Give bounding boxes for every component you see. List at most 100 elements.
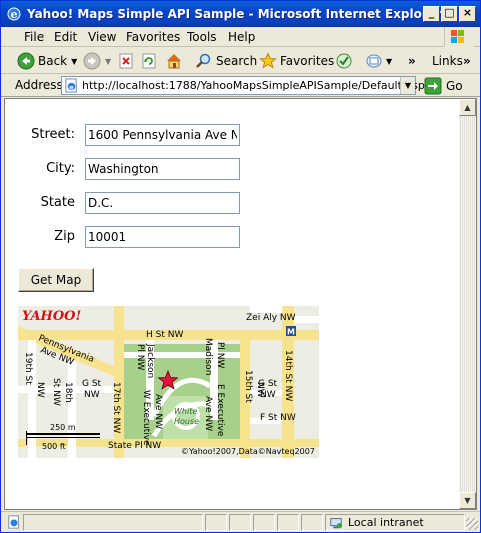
map-label-madison-pl: Pl NW — [215, 342, 225, 369]
map-label-17th: 17th St NW — [111, 382, 121, 433]
mail-dropdown-icon[interactable]: ▼ — [386, 57, 392, 66]
scale-feet: 500 ft — [42, 442, 66, 451]
links-overflow[interactable]: » — [463, 51, 471, 71]
page-content: Street: City: State Zip Get Map — [4, 98, 477, 510]
links-label[interactable]: Links — [432, 51, 463, 71]
city-row: City: — [5, 158, 245, 180]
window-title: Yahoo! Maps Simple API Sample - Microsof… — [27, 7, 442, 21]
status-text-cell — [23, 514, 203, 531]
get-map-button[interactable]: Get Map — [18, 268, 94, 292]
map-label-g-st-left: G St — [82, 379, 102, 389]
menu-file[interactable]: File — [24, 30, 44, 44]
home-button[interactable] — [165, 51, 183, 71]
refresh-icon — [142, 53, 156, 69]
back-arrow-icon — [17, 52, 35, 70]
address-url: http://localhost:1788/YahooMapsSimpleAPI… — [82, 79, 432, 92]
city-label: City: — [46, 161, 75, 176]
status-cell-1 — [205, 514, 227, 531]
status-cell-2 — [229, 514, 251, 531]
map-label-g-st-right: G St — [258, 379, 278, 389]
home-icon — [167, 54, 181, 69]
address-input[interactable]: e http://localhost:1788/YahooMapsSimpleA… — [61, 76, 431, 95]
refresh-button[interactable] — [141, 51, 157, 71]
menu-edit[interactable]: Edit — [54, 30, 77, 44]
map-label-house: House — [174, 417, 199, 426]
maximize-button[interactable]: □ — [441, 6, 458, 22]
map-image[interactable]: M YAHOO! Zei Aly NW H St NW Pennsylvania… — [18, 306, 319, 458]
back-button[interactable]: Back ▼ — [17, 51, 77, 71]
scale-meters: 250 m — [50, 423, 76, 432]
page-status-icon — [8, 515, 19, 529]
map-label-19th-nw: NW — [35, 382, 45, 398]
forward-dropdown-icon[interactable]: ▼ — [105, 57, 111, 66]
status-cell-3 — [253, 514, 275, 531]
menu-view[interactable]: View — [88, 30, 116, 44]
go-label: Go — [446, 79, 463, 93]
street-label: Street: — [31, 127, 75, 142]
browser-window: e Yahoo! Maps Simple API Sample - Micros… — [0, 0, 481, 533]
scroll-up-button[interactable]: ▲ — [459, 99, 476, 116]
close-button[interactable]: × — [459, 6, 476, 22]
local-intranet-icon — [330, 518, 343, 529]
search-icon — [196, 53, 211, 68]
menu-favorites[interactable]: Favorites — [126, 30, 180, 44]
menu-bar: File Edit View Favorites Tools Help — [1, 27, 480, 47]
stop-button[interactable] — [118, 51, 134, 71]
mail-button[interactable]: ▼ — [365, 51, 392, 71]
scroll-down-button[interactable]: ▼ — [459, 492, 476, 509]
svg-text:e: e — [69, 83, 74, 91]
zone-label: Local intranet — [348, 516, 424, 529]
map-label-f-st: F St NW — [260, 413, 296, 423]
zip-label: Zip — [54, 229, 75, 244]
svg-text:e: e — [11, 8, 18, 21]
map-label-e-exec-ave: Ave NW — [203, 396, 213, 431]
toolbar-overflow[interactable]: » — [408, 51, 416, 71]
map-label-jackson-pl: Pl NW — [135, 344, 145, 371]
city-input[interactable] — [85, 158, 240, 180]
status-cell-5 — [301, 514, 323, 531]
vertical-scrollbar[interactable]: ▲ ▼ — [459, 99, 476, 509]
zone-cell: Local intranet — [325, 514, 465, 531]
map-label-19th-st: 19th St — [23, 352, 33, 385]
map-label-jackson: Jackson — [145, 343, 155, 378]
internet-explorer-icon: e — [7, 7, 21, 21]
street-row: Street: — [5, 124, 245, 146]
map-label-g-st-right-nw: NW — [260, 390, 276, 400]
favorites-label: Favorites — [280, 54, 335, 68]
media-icon — [336, 53, 352, 69]
windows-flag-icon — [444, 27, 474, 47]
favorites-star-icon — [259, 52, 277, 69]
minimize-button[interactable]: _ — [423, 6, 440, 22]
resize-grip-icon[interactable] — [466, 518, 478, 530]
forward-arrow-icon — [83, 52, 101, 70]
map-label-w-exec: W Executive — [141, 390, 151, 446]
go-arrow-icon — [424, 77, 442, 95]
back-label: Back — [38, 54, 68, 68]
stop-icon — [119, 53, 133, 69]
go-button[interactable]: Go — [424, 77, 463, 95]
zip-row: Zip — [5, 226, 245, 248]
map-label-15th: 15th St — [243, 370, 253, 403]
map-label-18th-nw: St NW — [51, 378, 61, 406]
menu-help[interactable]: Help — [228, 30, 255, 44]
zip-input[interactable] — [85, 226, 240, 248]
map-label-h-st: H St NW — [146, 330, 183, 340]
forward-button[interactable]: ▼ — [83, 51, 111, 71]
address-bar: Address e http://localhost:1788/YahooMap… — [1, 75, 480, 97]
media-button[interactable] — [335, 51, 353, 71]
menu-tools[interactable]: Tools — [187, 30, 217, 44]
page-icon: e — [65, 78, 77, 93]
address-label: Address — [15, 78, 63, 92]
map-label-white: White — [174, 407, 197, 416]
search-button[interactable]: Search — [195, 51, 257, 71]
favorites-button[interactable]: Favorites — [259, 51, 334, 71]
standard-toolbar: Back ▼ ▼ Search Favorites ▼ » Links » — [1, 48, 480, 74]
street-input[interactable] — [85, 124, 240, 146]
state-input[interactable] — [85, 192, 240, 214]
metro-label: M — [287, 328, 295, 337]
title-bar[interactable]: e Yahoo! Maps Simple API Sample - Micros… — [1, 1, 480, 27]
address-dropdown-icon[interactable]: ▼ — [400, 77, 415, 94]
map-label-madison: Madison — [203, 338, 213, 375]
search-label: Search — [216, 54, 258, 68]
back-dropdown-icon[interactable]: ▼ — [71, 57, 77, 66]
